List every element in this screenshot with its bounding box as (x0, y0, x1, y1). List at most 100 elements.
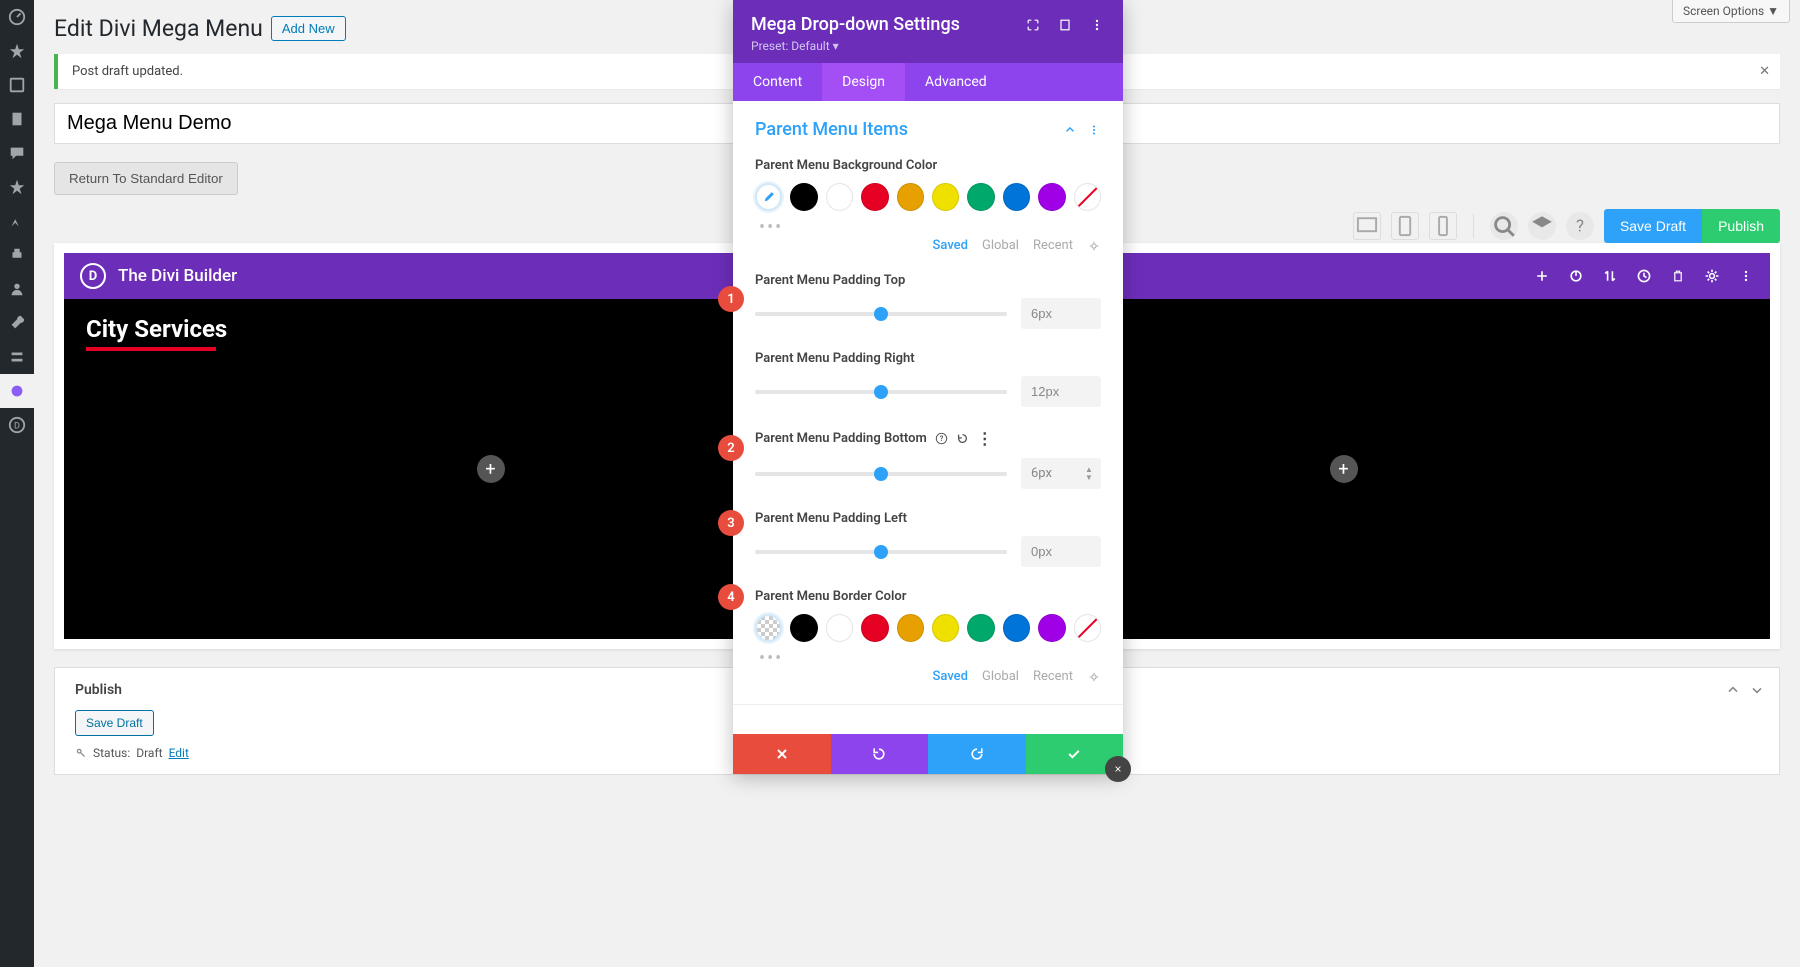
preset-selector[interactable]: Preset: Default ▾ (751, 39, 1105, 53)
pages-icon[interactable] (0, 102, 34, 136)
tab-advanced[interactable]: Advanced (905, 63, 1007, 101)
step-down-icon[interactable]: ▼ (1085, 474, 1099, 482)
dashboard-icon[interactable] (0, 0, 34, 34)
undo-button[interactable] (831, 734, 929, 774)
pad-left-slider[interactable] (755, 550, 1007, 554)
return-standard-editor-button[interactable]: Return To Standard Editor (54, 162, 238, 195)
divi-builder-title: The Divi Builder (118, 266, 237, 286)
swatch-blue-2[interactable] (1003, 614, 1030, 642)
help-icon[interactable]: ? (1566, 212, 1594, 240)
swatch-more-icon-2[interactable]: ••• (755, 648, 1101, 669)
pad-bottom-slider[interactable] (755, 472, 1007, 476)
tools-icon[interactable] (0, 306, 34, 340)
edit-status-link[interactable]: Edit (169, 746, 189, 760)
cancel-button[interactable] (733, 734, 831, 774)
swatch-black-2[interactable] (790, 614, 817, 642)
mobile-view-icon[interactable] (1429, 212, 1457, 240)
users-icon[interactable] (0, 272, 34, 306)
focus-icon[interactable] (1025, 17, 1041, 33)
swatch-tab-global-2[interactable]: Global (982, 669, 1019, 684)
swatch-yellow[interactable] (932, 183, 959, 211)
swatch-none[interactable] (1074, 183, 1101, 211)
pad-right-slider[interactable] (755, 390, 1007, 394)
swatch-red[interactable] (861, 183, 888, 211)
save-draft-button[interactable]: Save Draft (1604, 209, 1702, 243)
swatch-orange-2[interactable] (897, 614, 924, 642)
redo-button[interactable] (928, 734, 1026, 774)
metabox-down-icon[interactable] (1749, 682, 1765, 698)
screen-options-toggle[interactable]: Screen Options ▼ (1672, 0, 1790, 23)
active-plugin-icon[interactable] (0, 374, 34, 408)
section-more-icon[interactable] (1087, 123, 1101, 137)
settings-icon[interactable] (0, 340, 34, 374)
color-picker-transparent[interactable] (755, 614, 782, 642)
add-module-button-right[interactable]: + (1330, 455, 1358, 483)
swatch-orange[interactable] (897, 183, 924, 211)
metabox-up-icon[interactable] (1725, 682, 1741, 698)
swatch-tab-recent-2[interactable]: Recent (1033, 669, 1073, 684)
pin-icon[interactable] (0, 34, 34, 68)
tab-content[interactable]: Content (733, 63, 822, 101)
divi-icon[interactable]: D (0, 408, 34, 442)
pad-left-input[interactable] (1021, 536, 1101, 567)
power-icon[interactable] (1568, 268, 1584, 284)
reset-icon[interactable] (956, 432, 969, 445)
pad-top-slider[interactable] (755, 312, 1007, 316)
more-icon[interactable] (1738, 268, 1754, 284)
color-picker-button[interactable] (755, 183, 782, 211)
panel-body: Parent Menu Items Parent Menu Background… (733, 101, 1123, 734)
swap-icon[interactable] (1602, 268, 1618, 284)
pad-right-input[interactable] (1021, 376, 1101, 407)
snap-icon[interactable] (1057, 17, 1073, 33)
tab-design[interactable]: Design (822, 63, 905, 101)
swatch-red-2[interactable] (861, 614, 888, 642)
swatch-none-2[interactable] (1074, 614, 1101, 642)
swatch-green-2[interactable] (967, 614, 994, 642)
swatch-purple-2[interactable] (1038, 614, 1065, 642)
add-module-button-left[interactable]: + (477, 455, 505, 483)
field-more-icon[interactable]: ⋮ (977, 429, 993, 448)
pad-bottom-input[interactable]: 6px ▲▼ (1021, 458, 1101, 489)
trash-icon[interactable] (1670, 268, 1686, 284)
swatch-black[interactable] (790, 183, 817, 211)
swatch-tab-saved[interactable]: Saved (933, 238, 968, 253)
gear-icon[interactable] (1704, 268, 1720, 284)
swatch-tab-saved-2[interactable]: Saved (933, 669, 968, 684)
swatch-white-2[interactable] (826, 614, 853, 642)
swatch-tab-global[interactable]: Global (982, 238, 1019, 253)
swatch-yellow-2[interactable] (932, 614, 959, 642)
add-section-icon[interactable] (1534, 268, 1550, 284)
swatch-tab-recent[interactable]: Recent (1033, 238, 1073, 253)
section-parent-menu-items[interactable]: Parent Menu Items (755, 119, 908, 140)
desktop-view-icon[interactable] (1353, 212, 1381, 240)
swatch-blue[interactable] (1003, 183, 1030, 211)
swatch-settings-icon[interactable] (1087, 239, 1101, 253)
help-icon[interactable]: ? (935, 432, 948, 445)
swatch-white[interactable] (826, 183, 853, 211)
annotation-4: 4 (718, 584, 744, 610)
swatch-more-icon[interactable]: ••• (755, 217, 1101, 238)
media-icon[interactable] (0, 68, 34, 102)
search-icon[interactable] (1490, 212, 1518, 240)
pin2-icon[interactable] (0, 170, 34, 204)
swatch-purple[interactable] (1038, 183, 1065, 211)
add-new-button[interactable]: Add New (271, 16, 346, 41)
collapse-section-icon[interactable] (1063, 123, 1077, 137)
resize-handle[interactable] (1105, 756, 1131, 782)
swatch-settings-icon-2[interactable] (1087, 670, 1101, 684)
border-color-label: Parent Menu Border Color (755, 589, 1101, 604)
svg-text:?: ? (1576, 217, 1584, 237)
publish-button[interactable]: Publish (1702, 209, 1780, 243)
plugins-icon[interactable] (0, 238, 34, 272)
appearance-icon[interactable] (0, 204, 34, 238)
layers-icon[interactable] (1528, 212, 1556, 240)
pad-top-input[interactable] (1021, 298, 1101, 329)
history-icon[interactable] (1636, 268, 1652, 284)
metabox-save-draft-button[interactable]: Save Draft (75, 710, 154, 736)
tablet-view-icon[interactable] (1391, 212, 1419, 240)
panel-more-icon[interactable] (1089, 17, 1105, 33)
section-sub-menu-items[interactable]: Sub-Menu Items (755, 733, 888, 734)
dismiss-notice-icon[interactable]: ✕ (1759, 64, 1770, 79)
comments-icon[interactable] (0, 136, 34, 170)
swatch-green[interactable] (967, 183, 994, 211)
